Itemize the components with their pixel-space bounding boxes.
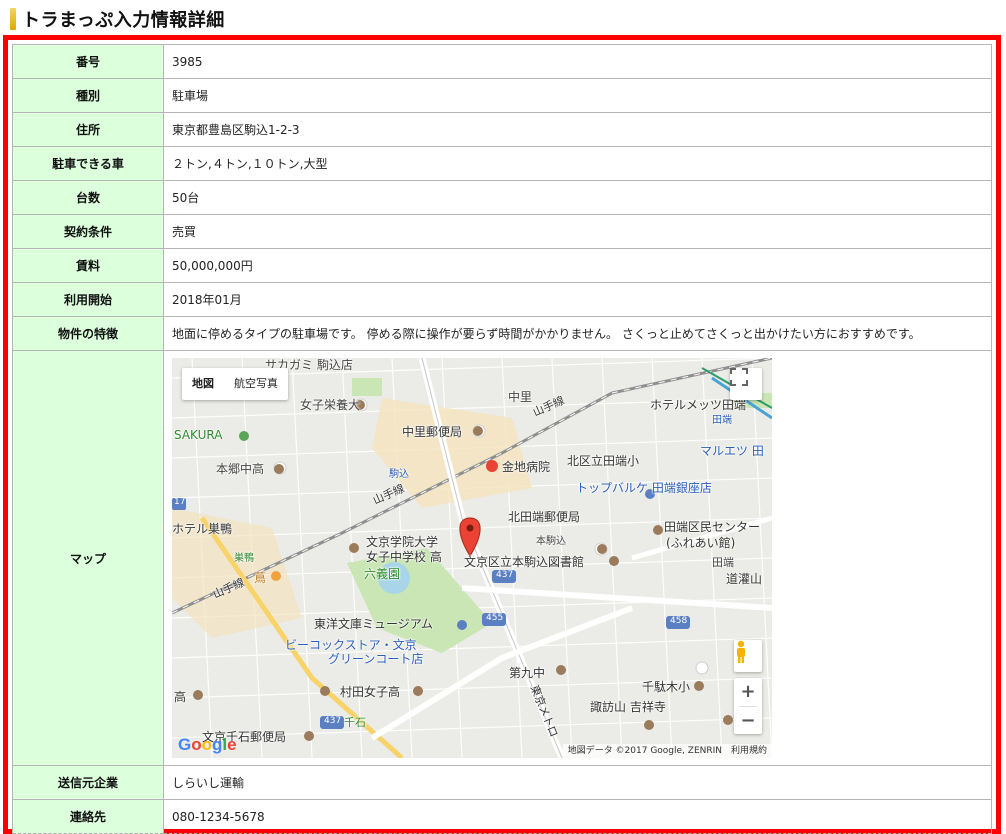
map-label: 村田女子高: [340, 685, 401, 699]
title-accent-bar: [10, 8, 16, 30]
row-label: 駐車できる車: [12, 146, 164, 181]
row-label: 送信元企業: [12, 765, 164, 800]
table-row: 送信元企業 しらいし運輸: [12, 765, 992, 800]
row-label: 住所: [12, 112, 164, 147]
map-label: 高: [174, 690, 187, 704]
map-label: 金地病院: [502, 460, 551, 474]
zoom-control: + −: [734, 678, 762, 734]
map-label: 道灌山: [726, 572, 763, 586]
map-label: 女子栄養大: [300, 398, 361, 412]
map-label: 田端: [712, 556, 734, 569]
table-row: 種別 駐車場: [12, 78, 992, 113]
map-label: 田端: [712, 415, 732, 426]
row-label: 利用開始: [12, 282, 164, 317]
map-label: 千駄木小: [642, 680, 691, 694]
fullscreen-button[interactable]: [730, 368, 762, 400]
table-row: 駐車できる車 ２トン,４トン,１０トン,大型: [12, 146, 992, 181]
street-view-button[interactable]: [734, 640, 762, 672]
row-value-contact: 080-1234-5678: [163, 799, 992, 834]
map-label: 巣鴨: [234, 553, 254, 564]
map-label: SAKURA: [174, 428, 223, 442]
map-label: 諏訪山 吉祥寺: [590, 700, 666, 714]
map-label: (ふれあい館): [666, 536, 736, 550]
map-label: 本駒込: [536, 536, 566, 547]
row-label: 台数: [12, 180, 164, 215]
row-value-contract: 売買: [163, 214, 992, 249]
table-row: 台数 50台: [12, 180, 992, 215]
map-label: 駒込: [389, 469, 409, 480]
route-number: 455: [486, 613, 504, 623]
map-label: ホテル巣鴨: [172, 522, 233, 536]
map-label: 北区立田端小: [567, 454, 640, 468]
page-title-text: トラまっぷ入力情報詳細: [22, 10, 225, 31]
google-map[interactable]: サカガミ 駒込店 女子栄養大 SAKURA 中里郵便局 中里 ホテルメッツ田端 …: [172, 358, 772, 758]
map-label: 東洋文庫ミュージアム: [314, 617, 433, 631]
map-label: 六義園: [364, 567, 401, 581]
map-label: マルエツ 田: [700, 444, 764, 458]
map-attribution[interactable]: 地図データ ©2017 Google, ZENRIN 利用規約: [562, 744, 772, 758]
row-label: 契約条件: [12, 214, 164, 249]
map-label: 蔦: [254, 571, 267, 585]
map-label: 中里: [508, 390, 533, 404]
table-row-map: マップ サカガミ 駒込店 女子栄養大 SAKURA 中里郵便局 中里 ホテルメッ…: [12, 350, 992, 766]
map-label: 文京区立本駒込図書館: [464, 555, 585, 569]
table-row: 賃料 50,000,000円: [12, 248, 992, 283]
row-label: マップ: [12, 350, 164, 766]
page-title: トラまっぷ入力情報詳細: [10, 6, 225, 32]
route-number: 437: [324, 716, 342, 726]
table-row: 利用開始 2018年01月: [12, 282, 992, 317]
map-cell: サカガミ 駒込店 女子栄養大 SAKURA 中里郵便局 中里 ホテルメッツ田端 …: [163, 350, 992, 766]
map-label: 田端区民センター: [664, 520, 761, 534]
row-label: 物件の特徴: [12, 316, 164, 351]
row-value-type: 駐車場: [163, 78, 992, 113]
map-label: 第九中: [509, 666, 546, 680]
map-label: 女子中学校 高: [366, 550, 442, 564]
map-label: 千石: [344, 716, 366, 729]
row-label: 種別: [12, 78, 164, 113]
row-label: 番号: [12, 44, 164, 79]
row-label: 賃料: [12, 248, 164, 283]
table-row: 番号 3985: [12, 44, 992, 79]
map-label: グリーンコート店: [328, 652, 424, 666]
table-row: 契約条件 売買: [12, 214, 992, 249]
row-value-number: 3985: [163, 44, 992, 79]
zoom-in-button[interactable]: +: [740, 678, 755, 706]
pegman-icon: [737, 640, 745, 663]
detail-frame: 番号 3985 種別 駐車場 住所 東京都豊島区駒込1-2-3 駐車できる車 ２トン,４…: [3, 35, 1001, 834]
row-value-capacity: 50台: [163, 180, 992, 215]
table-row: 物件の特徴 地面に停めるタイプの駐車場です。 停める際に操作が要らず時間がかかりま…: [12, 316, 992, 351]
table-row: 連絡先 080-1234-5678: [12, 799, 992, 834]
map-type-map-button[interactable]: 地図: [182, 368, 224, 400]
row-value-address: 東京都豊島区駒込1-2-3: [163, 112, 992, 147]
fullscreen-icon: [730, 368, 748, 386]
map-label: 本郷中高: [216, 462, 265, 476]
route-number: 17: [174, 497, 186, 507]
row-value-rent: 50,000,000円: [163, 248, 992, 283]
route-number: 437: [496, 570, 514, 580]
zoom-out-button[interactable]: −: [740, 707, 755, 734]
row-value-vehicles: ２トン,４トン,１０トン,大型: [163, 146, 992, 181]
row-value-start: 2018年01月: [163, 282, 992, 317]
detail-table: 番号 3985 種別 駐車場 住所 東京都豊島区駒込1-2-3 駐車できる車 ２トン,４…: [12, 44, 992, 834]
route-number: 458: [670, 616, 688, 626]
row-value-sender: しらいし運輸: [163, 765, 992, 800]
row-label: 連絡先: [12, 799, 164, 834]
map-label: 北田端郵便局: [508, 510, 581, 524]
row-value-features: 地面に停めるタイプの駐車場です。 停める際に操作が要らず時間がかかりません。 さ…: [163, 316, 992, 351]
map-type-satellite-button[interactable]: 航空写真: [224, 368, 288, 400]
map-label: トップバルケ 田端銀座店: [576, 481, 712, 495]
map-label: 中里郵便局: [402, 425, 463, 439]
table-row: 住所 東京都豊島区駒込1-2-3: [12, 112, 992, 147]
map-type-control: 地図 航空写真: [182, 368, 288, 400]
google-logo: Google: [178, 735, 237, 754]
